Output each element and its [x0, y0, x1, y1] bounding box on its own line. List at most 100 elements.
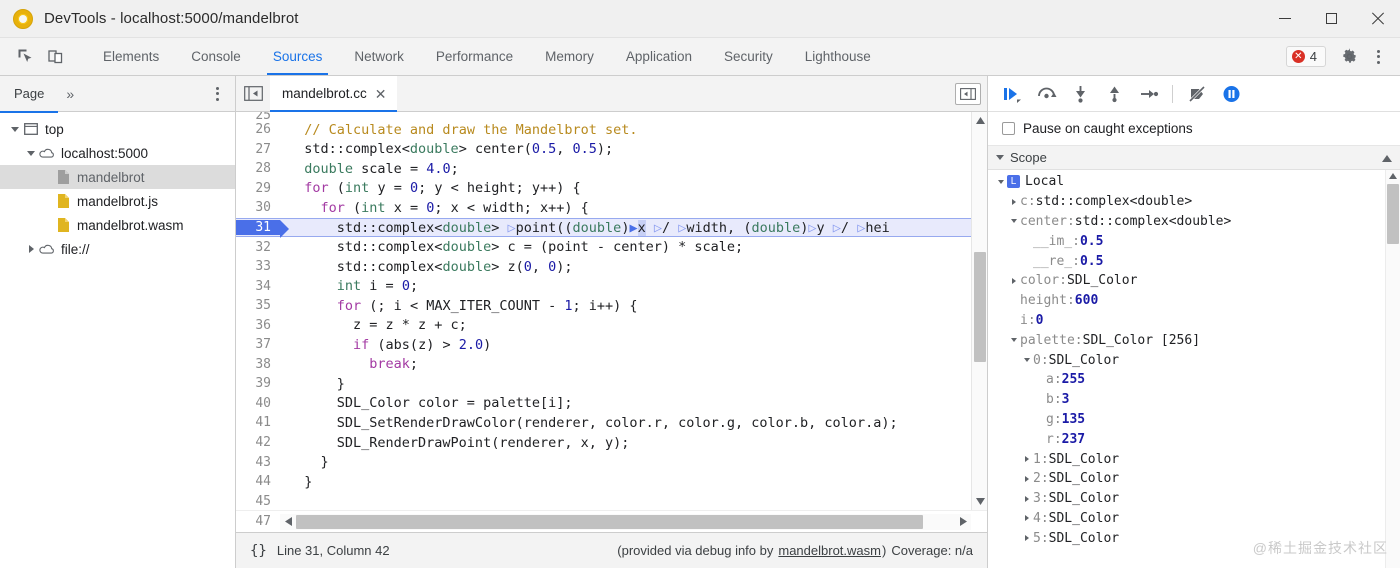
pause-on-caught-exceptions-row[interactable]: Pause on caught exceptions: [988, 112, 1400, 146]
code-line[interactable]: 38 break;: [236, 355, 971, 375]
chevron-down-icon[interactable]: [994, 179, 1007, 184]
deactivate-breakpoints-icon[interactable]: [1181, 80, 1213, 108]
tab-performance[interactable]: Performance: [420, 38, 529, 75]
step-over-icon[interactable]: [1030, 80, 1062, 108]
scope-row[interactable]: 3: SDL_Color: [988, 489, 1385, 509]
scope-row[interactable]: __im_: 0.5: [988, 231, 1385, 251]
scope-row[interactable]: 1: SDL_Color: [988, 449, 1385, 469]
scope-row[interactable]: 2: SDL_Color: [988, 469, 1385, 489]
line-number[interactable]: 41: [236, 415, 280, 430]
line-number[interactable]: 40: [236, 396, 280, 411]
scope-row[interactable]: g: 135: [988, 410, 1385, 430]
tab-application[interactable]: Application: [610, 38, 708, 75]
pause-on-caught-exceptions-checkbox[interactable]: [1002, 122, 1015, 135]
line-number[interactable]: 33: [236, 259, 280, 274]
line-number[interactable]: 37: [236, 337, 280, 352]
scope-row[interactable]: r: 237: [988, 429, 1385, 449]
tree-item-mandelbrot-wasm[interactable]: mandelbrot.wasm: [0, 213, 235, 237]
line-number[interactable]: 44: [236, 474, 280, 489]
code-line[interactable]: 36 z = z * z + c;: [236, 315, 971, 335]
step-icon[interactable]: [1132, 80, 1164, 108]
scope-row[interactable]: center: std::complex<double>: [988, 212, 1385, 232]
navigator-tab-page[interactable]: Page: [0, 76, 59, 113]
scope-row[interactable]: b: 3: [988, 390, 1385, 410]
inspect-cursor-icon[interactable]: [10, 43, 40, 71]
code-line[interactable]: 39 }: [236, 374, 971, 394]
tab-memory[interactable]: Memory: [529, 38, 610, 75]
scope-row[interactable]: 5: SDL_Color: [988, 528, 1385, 548]
tab-lighthouse[interactable]: Lighthouse: [789, 38, 887, 75]
scope-row[interactable]: L Local: [988, 172, 1385, 192]
scope-row[interactable]: c: std::complex<double>: [988, 192, 1385, 212]
kebab-menu-icon[interactable]: [1366, 43, 1390, 71]
tab-security[interactable]: Security: [708, 38, 789, 75]
tree-item-localhost[interactable]: localhost:5000: [0, 141, 235, 165]
code-lines[interactable]: 25 26 // Calculate and draw the Mandelbr…: [236, 112, 971, 510]
file-tab-mandelbrot-cc[interactable]: mandelbrot.cc ✕: [270, 76, 397, 112]
chevron-right-icon[interactable]: [1020, 535, 1033, 542]
line-number[interactable]: 45: [236, 494, 280, 509]
code-line[interactable]: 42 SDL_RenderDrawPoint(renderer, x, y);: [236, 433, 971, 453]
scroll-down-arrow[interactable]: [972, 493, 987, 510]
tree-item-mandelbrot-js[interactable]: mandelbrot.js: [0, 189, 235, 213]
chevron-right-icon[interactable]: [1020, 495, 1033, 502]
maximize-button[interactable]: [1308, 0, 1354, 38]
minimize-button[interactable]: [1262, 0, 1308, 38]
line-number[interactable]: 31: [236, 220, 290, 238]
gear-icon[interactable]: [1334, 43, 1364, 71]
scroll-up-arrow[interactable]: [972, 112, 987, 129]
scroll-right-arrow[interactable]: [955, 514, 971, 530]
tab-network[interactable]: Network: [338, 38, 420, 75]
code-line[interactable]: 40 SDL_Color color = palette[i];: [236, 394, 971, 414]
line-number[interactable]: 43: [236, 455, 280, 470]
device-toolbar-icon[interactable]: [40, 43, 70, 71]
scroll-up-arrow[interactable]: [1386, 170, 1400, 182]
line-number[interactable]: 39: [236, 376, 280, 391]
scope-row[interactable]: palette: SDL_Color [256]: [988, 330, 1385, 350]
navigator-more-tabs-icon[interactable]: »: [58, 76, 82, 112]
error-count-badge[interactable]: ✕ 4: [1285, 46, 1326, 67]
line-number[interactable]: 26: [236, 122, 280, 137]
popout-panel-icon[interactable]: [955, 82, 981, 105]
code-line[interactable]: 29 for (int y = 0; y < height; y++) {: [236, 179, 971, 199]
code-line[interactable]: 32 std::complex<double> c = (point - cen…: [236, 237, 971, 257]
editor-vertical-scrollbar[interactable]: [971, 112, 987, 510]
editor-horizontal-scrollbar[interactable]: [280, 513, 971, 530]
navigator-menu-icon[interactable]: [205, 80, 229, 108]
scrollbar-thumb[interactable]: [1387, 184, 1399, 244]
code-line[interactable]: 27 std::complex<double> center(0.5, 0.5)…: [236, 140, 971, 160]
code-line[interactable]: 30 for (int x = 0; x < width; x++) {: [236, 198, 971, 218]
code-line[interactable]: 43 }: [236, 452, 971, 472]
line-number[interactable]: 36: [236, 318, 280, 333]
scope-vertical-scrollbar[interactable]: [1385, 170, 1400, 568]
chevron-down-icon[interactable]: [1007, 338, 1020, 343]
pretty-print-button[interactable]: {}: [236, 543, 277, 559]
chevron-down-icon[interactable]: [1020, 358, 1033, 363]
pause-on-exceptions-icon[interactable]: [1215, 80, 1247, 108]
expand-toggle[interactable]: [8, 126, 22, 132]
scope-section-header[interactable]: Scope: [988, 146, 1400, 170]
line-number[interactable]: 29: [236, 181, 280, 196]
line-number[interactable]: 38: [236, 357, 280, 372]
resume-script-icon[interactable]: [996, 80, 1028, 108]
code-line[interactable]: 28 double scale = 4.0;: [236, 159, 971, 179]
scope-row[interactable]: i: 0: [988, 311, 1385, 331]
line-number[interactable]: 34: [236, 279, 280, 294]
code-line[interactable]: 33 std::complex<double> z(0, 0);: [236, 257, 971, 277]
code-line[interactable]: 44 }: [236, 472, 971, 492]
scope-row[interactable]: height: 600: [988, 291, 1385, 311]
line-number[interactable]: 28: [236, 161, 280, 176]
scope-row[interactable]: a: 255: [988, 370, 1385, 390]
scope-row[interactable]: 0: SDL_Color: [988, 350, 1385, 370]
chevron-down-icon[interactable]: [1007, 219, 1020, 224]
code-line[interactable]: 34 int i = 0;: [236, 276, 971, 296]
code-line[interactable]: 25: [236, 112, 971, 120]
chevron-right-icon[interactable]: [1020, 475, 1033, 482]
debug-info-source-link[interactable]: mandelbrot.wasm: [778, 543, 881, 558]
tab-console[interactable]: Console: [175, 38, 257, 75]
chevron-up-icon[interactable]: [1382, 150, 1392, 165]
close-icon[interactable]: ✕: [375, 87, 387, 101]
scrollbar-thumb[interactable]: [974, 252, 986, 362]
code-line[interactable]: 37 if (abs(z) > 2.0): [236, 335, 971, 355]
code-line[interactable]: 26 // Calculate and draw the Mandelbrot …: [236, 120, 971, 140]
